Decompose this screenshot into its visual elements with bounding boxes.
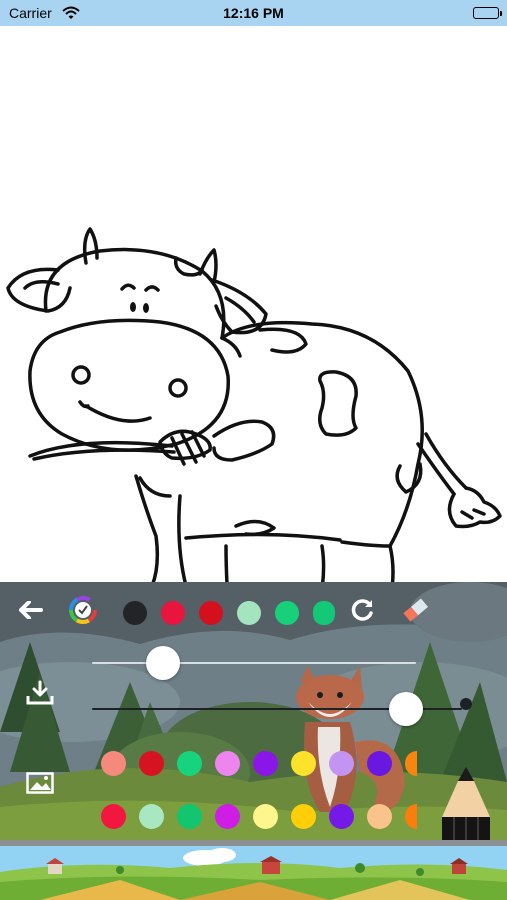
palette-color[interactable] <box>215 804 240 829</box>
eraser-button[interactable] <box>400 597 430 627</box>
eraser-icon <box>401 597 429 628</box>
palette-color[interactable] <box>253 804 278 829</box>
color-panel <box>0 582 507 840</box>
redo-button[interactable] <box>348 597 378 627</box>
quick-color-5[interactable] <box>313 601 335 625</box>
color-picker-button[interactable] <box>68 595 98 629</box>
save-button[interactable] <box>24 680 56 710</box>
battery-icon <box>473 7 502 19</box>
quick-color-4[interactable] <box>275 601 299 625</box>
clock: 12:16 PM <box>223 5 284 21</box>
palette-color[interactable] <box>215 751 240 776</box>
palette-color[interactable] <box>329 751 354 776</box>
palette-color[interactable] <box>101 751 126 776</box>
image-icon <box>26 771 54 799</box>
quick-color-2[interactable] <box>199 601 223 625</box>
palette-color[interactable] <box>367 751 392 776</box>
palette-color[interactable] <box>139 751 164 776</box>
palette-color[interactable] <box>139 804 164 829</box>
download-icon <box>25 680 55 711</box>
cow-coloring-outline[interactable] <box>0 200 507 586</box>
tool-row <box>0 595 507 630</box>
quick-color-0[interactable] <box>123 601 147 625</box>
quick-color-1[interactable] <box>161 601 185 625</box>
brush-size-track[interactable] <box>92 662 416 664</box>
gallery-button[interactable] <box>24 770 56 800</box>
arrow-left-icon <box>19 599 43 624</box>
quick-color-3[interactable] <box>237 601 261 625</box>
drawing-canvas[interactable] <box>0 26 507 586</box>
palette-color[interactable] <box>291 804 316 829</box>
palette-color[interactable] <box>291 751 316 776</box>
status-bar: Carrier 12:16 PM <box>0 0 507 26</box>
pencil-tool-button[interactable] <box>440 767 492 840</box>
palette-color[interactable] <box>367 804 392 829</box>
color-wheel-icon <box>69 595 97 629</box>
farm-landscape-banner <box>0 846 507 900</box>
back-button[interactable] <box>16 597 46 627</box>
rotate-icon <box>350 597 376 628</box>
farm-illustration <box>0 846 507 900</box>
opacity-end-dot <box>460 698 472 710</box>
palette-color[interactable] <box>101 804 126 829</box>
palette-color[interactable] <box>177 751 202 776</box>
pencil-icon <box>440 767 492 840</box>
palette-color[interactable] <box>329 804 354 829</box>
palette-color[interactable] <box>177 804 202 829</box>
palette-color[interactable] <box>253 751 278 776</box>
